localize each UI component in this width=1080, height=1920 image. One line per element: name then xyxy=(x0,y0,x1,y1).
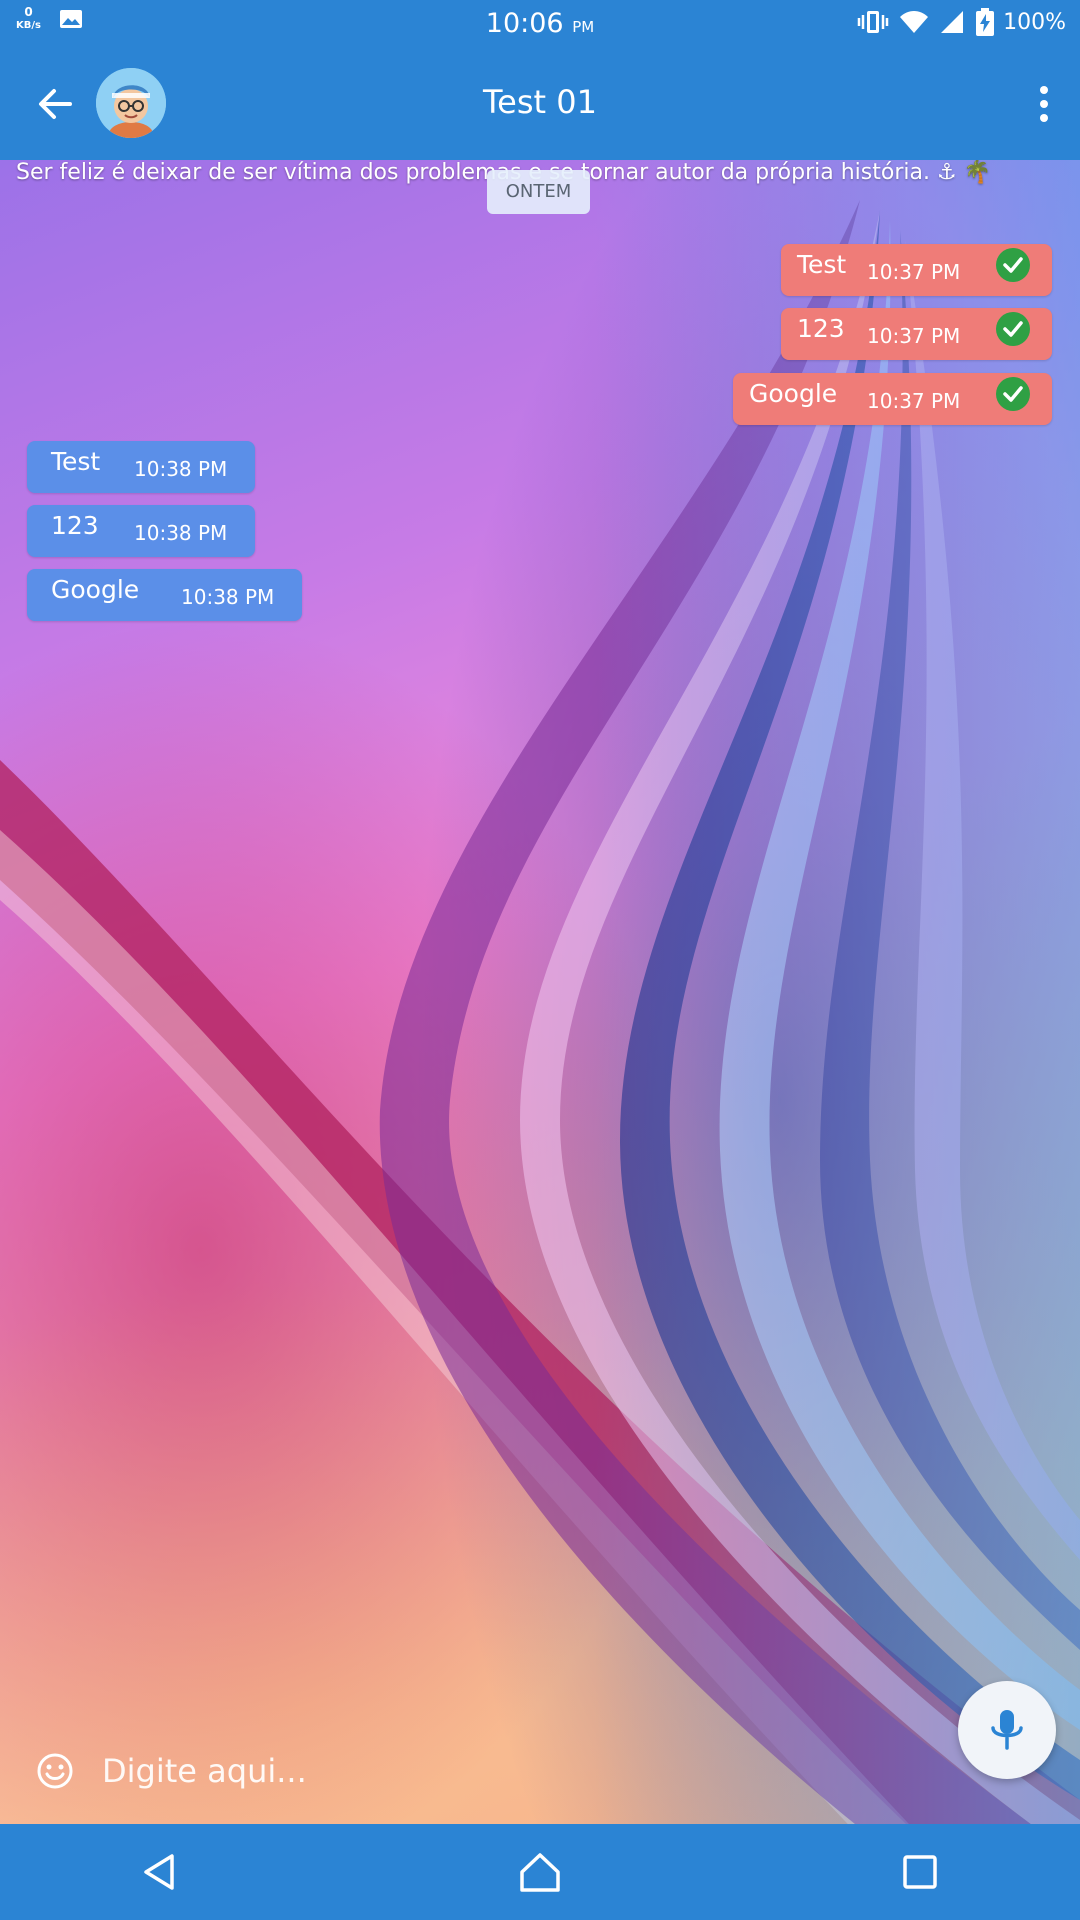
mic-button[interactable] xyxy=(958,1681,1056,1779)
sent-message[interactable]: 123 10:37 PM xyxy=(781,308,1052,360)
message-text: Test xyxy=(797,250,847,279)
battery-level: 100% xyxy=(1003,9,1066,35)
nav-recents-icon[interactable] xyxy=(894,1846,946,1898)
chat-title: Test 01 xyxy=(483,83,597,121)
sent-message[interactable]: Google 10:37 PM xyxy=(733,373,1052,425)
nav-home-icon[interactable] xyxy=(514,1846,566,1898)
check-circle-icon xyxy=(996,377,1030,411)
check-circle-icon xyxy=(996,248,1030,282)
chat-header: Test 01 xyxy=(0,48,1080,160)
message-text: 123 xyxy=(51,511,99,540)
signal-icon xyxy=(941,11,964,33)
more-vert-icon[interactable] xyxy=(1022,78,1066,130)
vibrate-icon xyxy=(857,11,889,33)
message-time: 10:37 PM xyxy=(867,389,961,413)
message-time: 10:37 PM xyxy=(867,260,961,284)
status-bar-right: 100% xyxy=(847,8,1066,36)
message-text: Google xyxy=(51,575,140,604)
nav-back-icon[interactable] xyxy=(134,1846,186,1898)
message-text: 123 xyxy=(797,314,845,343)
system-nav-bar xyxy=(0,1824,1080,1920)
sent-message[interactable]: Test 10:37 PM xyxy=(781,244,1052,296)
message-text: Test xyxy=(51,447,101,476)
message-time: 10:37 PM xyxy=(867,324,961,348)
message-text: Google xyxy=(749,379,838,408)
received-message[interactable]: Test 10:38 PM xyxy=(27,441,255,493)
message-time: 10:38 PM xyxy=(134,457,228,481)
status-bar: 0 KB/s 10:06 PM 100% xyxy=(0,0,1080,48)
wifi-icon xyxy=(900,11,929,33)
clock-suffix: PM xyxy=(572,18,595,36)
message-time: 10:38 PM xyxy=(181,585,275,609)
received-message[interactable]: 123 10:38 PM xyxy=(27,505,255,557)
check-circle-icon xyxy=(996,312,1030,346)
message-composer xyxy=(0,1730,960,1810)
received-message[interactable]: Google 10:38 PM xyxy=(27,569,302,621)
chat-screen: 0 KB/s 10:06 PM 100% Test 01 Ser feliz é… xyxy=(0,0,1080,1920)
emoji-icon[interactable] xyxy=(36,1752,74,1790)
message-input[interactable] xyxy=(100,1744,904,1798)
message-time: 10:38 PM xyxy=(134,521,228,545)
clock-time: 10:06 xyxy=(485,8,564,39)
date-separator: ONTEM xyxy=(487,170,590,214)
battery-charging-icon xyxy=(976,8,995,36)
mic-icon xyxy=(991,1710,1023,1750)
